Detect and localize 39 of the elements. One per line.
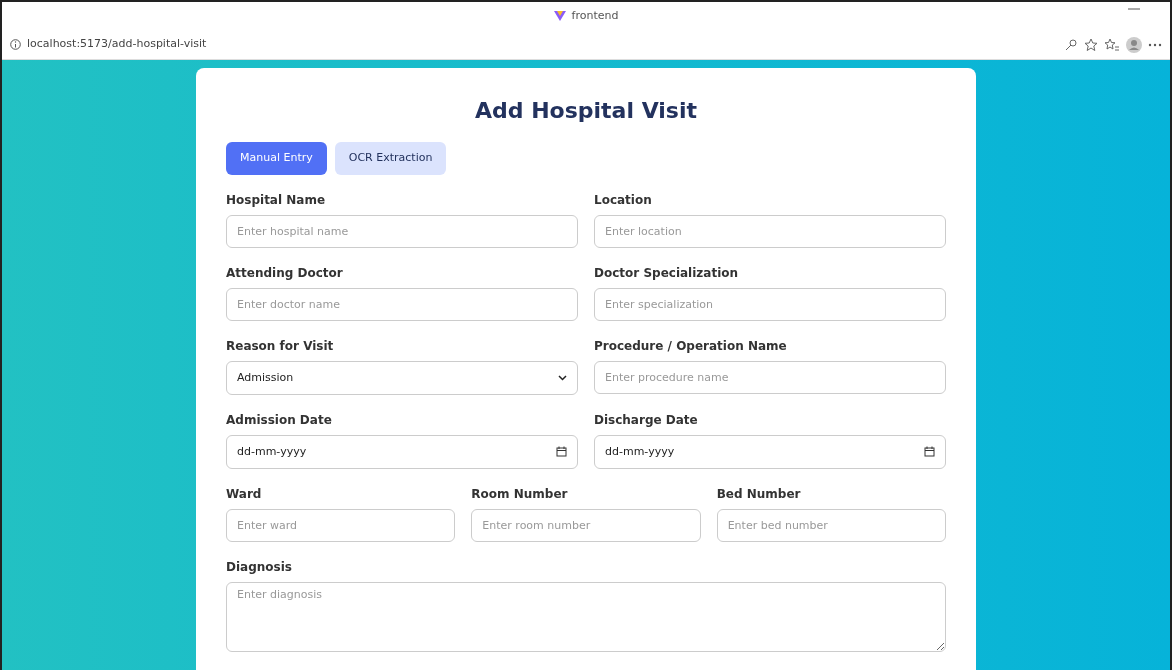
field-label: Admission Date	[226, 411, 333, 429]
field-label: Attending Doctor	[226, 264, 344, 282]
field-label: Reason for Visit	[226, 337, 335, 355]
field-label: Room Number	[471, 485, 569, 503]
field-label: Doctor Specialization	[594, 264, 740, 282]
field-label: Location	[594, 191, 653, 209]
calendar-icon[interactable]	[556, 446, 567, 458]
tab[interactable]: OCR Extraction	[334, 142, 447, 175]
input-field[interactable]: Enter specialization	[594, 287, 946, 321]
more-icon[interactable]	[1148, 42, 1162, 47]
input-field[interactable]: Enter room number	[471, 508, 701, 542]
date-field[interactable]: dd-mm-yyyy	[226, 434, 578, 469]
star-icon[interactable]	[1084, 37, 1098, 52]
field-label: Bed Number	[716, 485, 802, 503]
input-field[interactable]: Enter bed number	[716, 508, 946, 542]
info-icon[interactable]	[10, 39, 21, 50]
input-field[interactable]: Enter location	[594, 214, 946, 248]
key-icon[interactable]	[1064, 37, 1078, 52]
tab[interactable]: Manual Entry	[226, 142, 327, 175]
address-bar[interactable]: localhost:5173/add-hospital-visit	[27, 36, 1058, 53]
profile-avatar-icon[interactable]	[1126, 36, 1142, 53]
input-field[interactable]: Enter doctor name	[226, 287, 578, 321]
field-label: Hospital Name	[226, 191, 327, 209]
favorites-icon[interactable]	[1104, 37, 1120, 52]
select-dropdown[interactable]: Admission	[226, 360, 578, 395]
page-title: Add Hospital Visit	[474, 98, 698, 125]
text-area[interactable]: Enter diagnosis	[226, 581, 946, 652]
date-field[interactable]: dd-mm-yyyy	[594, 434, 946, 469]
field-label: Discharge Date	[594, 411, 699, 429]
input-field[interactable]: Enter ward	[226, 508, 456, 542]
field-label: Diagnosis	[226, 558, 293, 576]
app-logo-icon	[553, 10, 566, 22]
field-label: Procedure / Operation Name	[594, 337, 788, 355]
input-field[interactable]: Enter procedure name	[594, 360, 946, 394]
chevron-down-icon	[558, 374, 567, 381]
field-label: Ward	[226, 485, 263, 503]
tab-title: frontend	[571, 7, 619, 24]
calendar-icon[interactable]	[924, 446, 935, 458]
input-field[interactable]: Enter hospital name	[226, 214, 578, 248]
